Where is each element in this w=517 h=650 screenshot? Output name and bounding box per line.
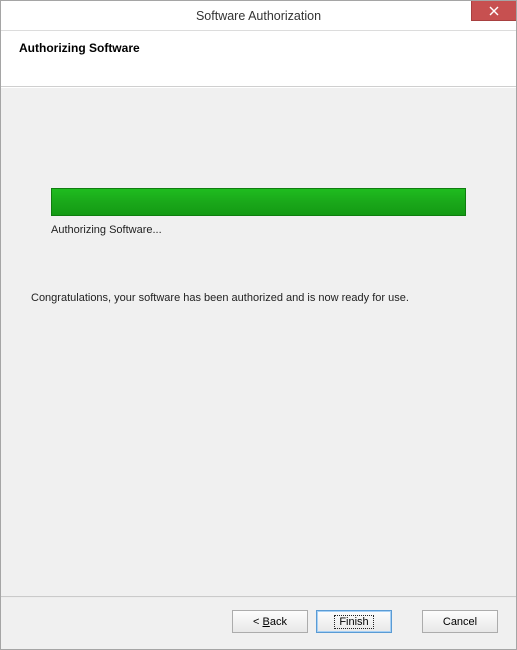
status-message: Congratulations, your software has been … (21, 292, 496, 304)
back-button[interactable]: < Back (232, 610, 308, 633)
dialog-window: Software Authorization Authorizing Softw… (0, 0, 517, 650)
window-title: Software Authorization (1, 9, 516, 23)
spacer (400, 610, 414, 633)
finish-button-label: Finish (335, 616, 372, 628)
wizard-header-title: Authorizing Software (19, 41, 498, 55)
back-button-label: < Back (253, 616, 287, 628)
close-icon (489, 6, 499, 16)
close-button[interactable] (471, 1, 516, 21)
wizard-content: Authorizing Software... Congratulations,… (1, 87, 516, 596)
progress-label: Authorizing Software... (51, 224, 466, 236)
titlebar: Software Authorization (1, 1, 516, 31)
finish-button[interactable]: Finish (316, 610, 392, 633)
cancel-button-label: Cancel (443, 616, 477, 628)
cancel-button[interactable]: Cancel (422, 610, 498, 633)
wizard-footer: < Back Finish Cancel (1, 598, 516, 649)
progress-bar (51, 188, 466, 216)
wizard-header: Authorizing Software (1, 31, 516, 87)
progress-section: Authorizing Software... (21, 188, 496, 236)
